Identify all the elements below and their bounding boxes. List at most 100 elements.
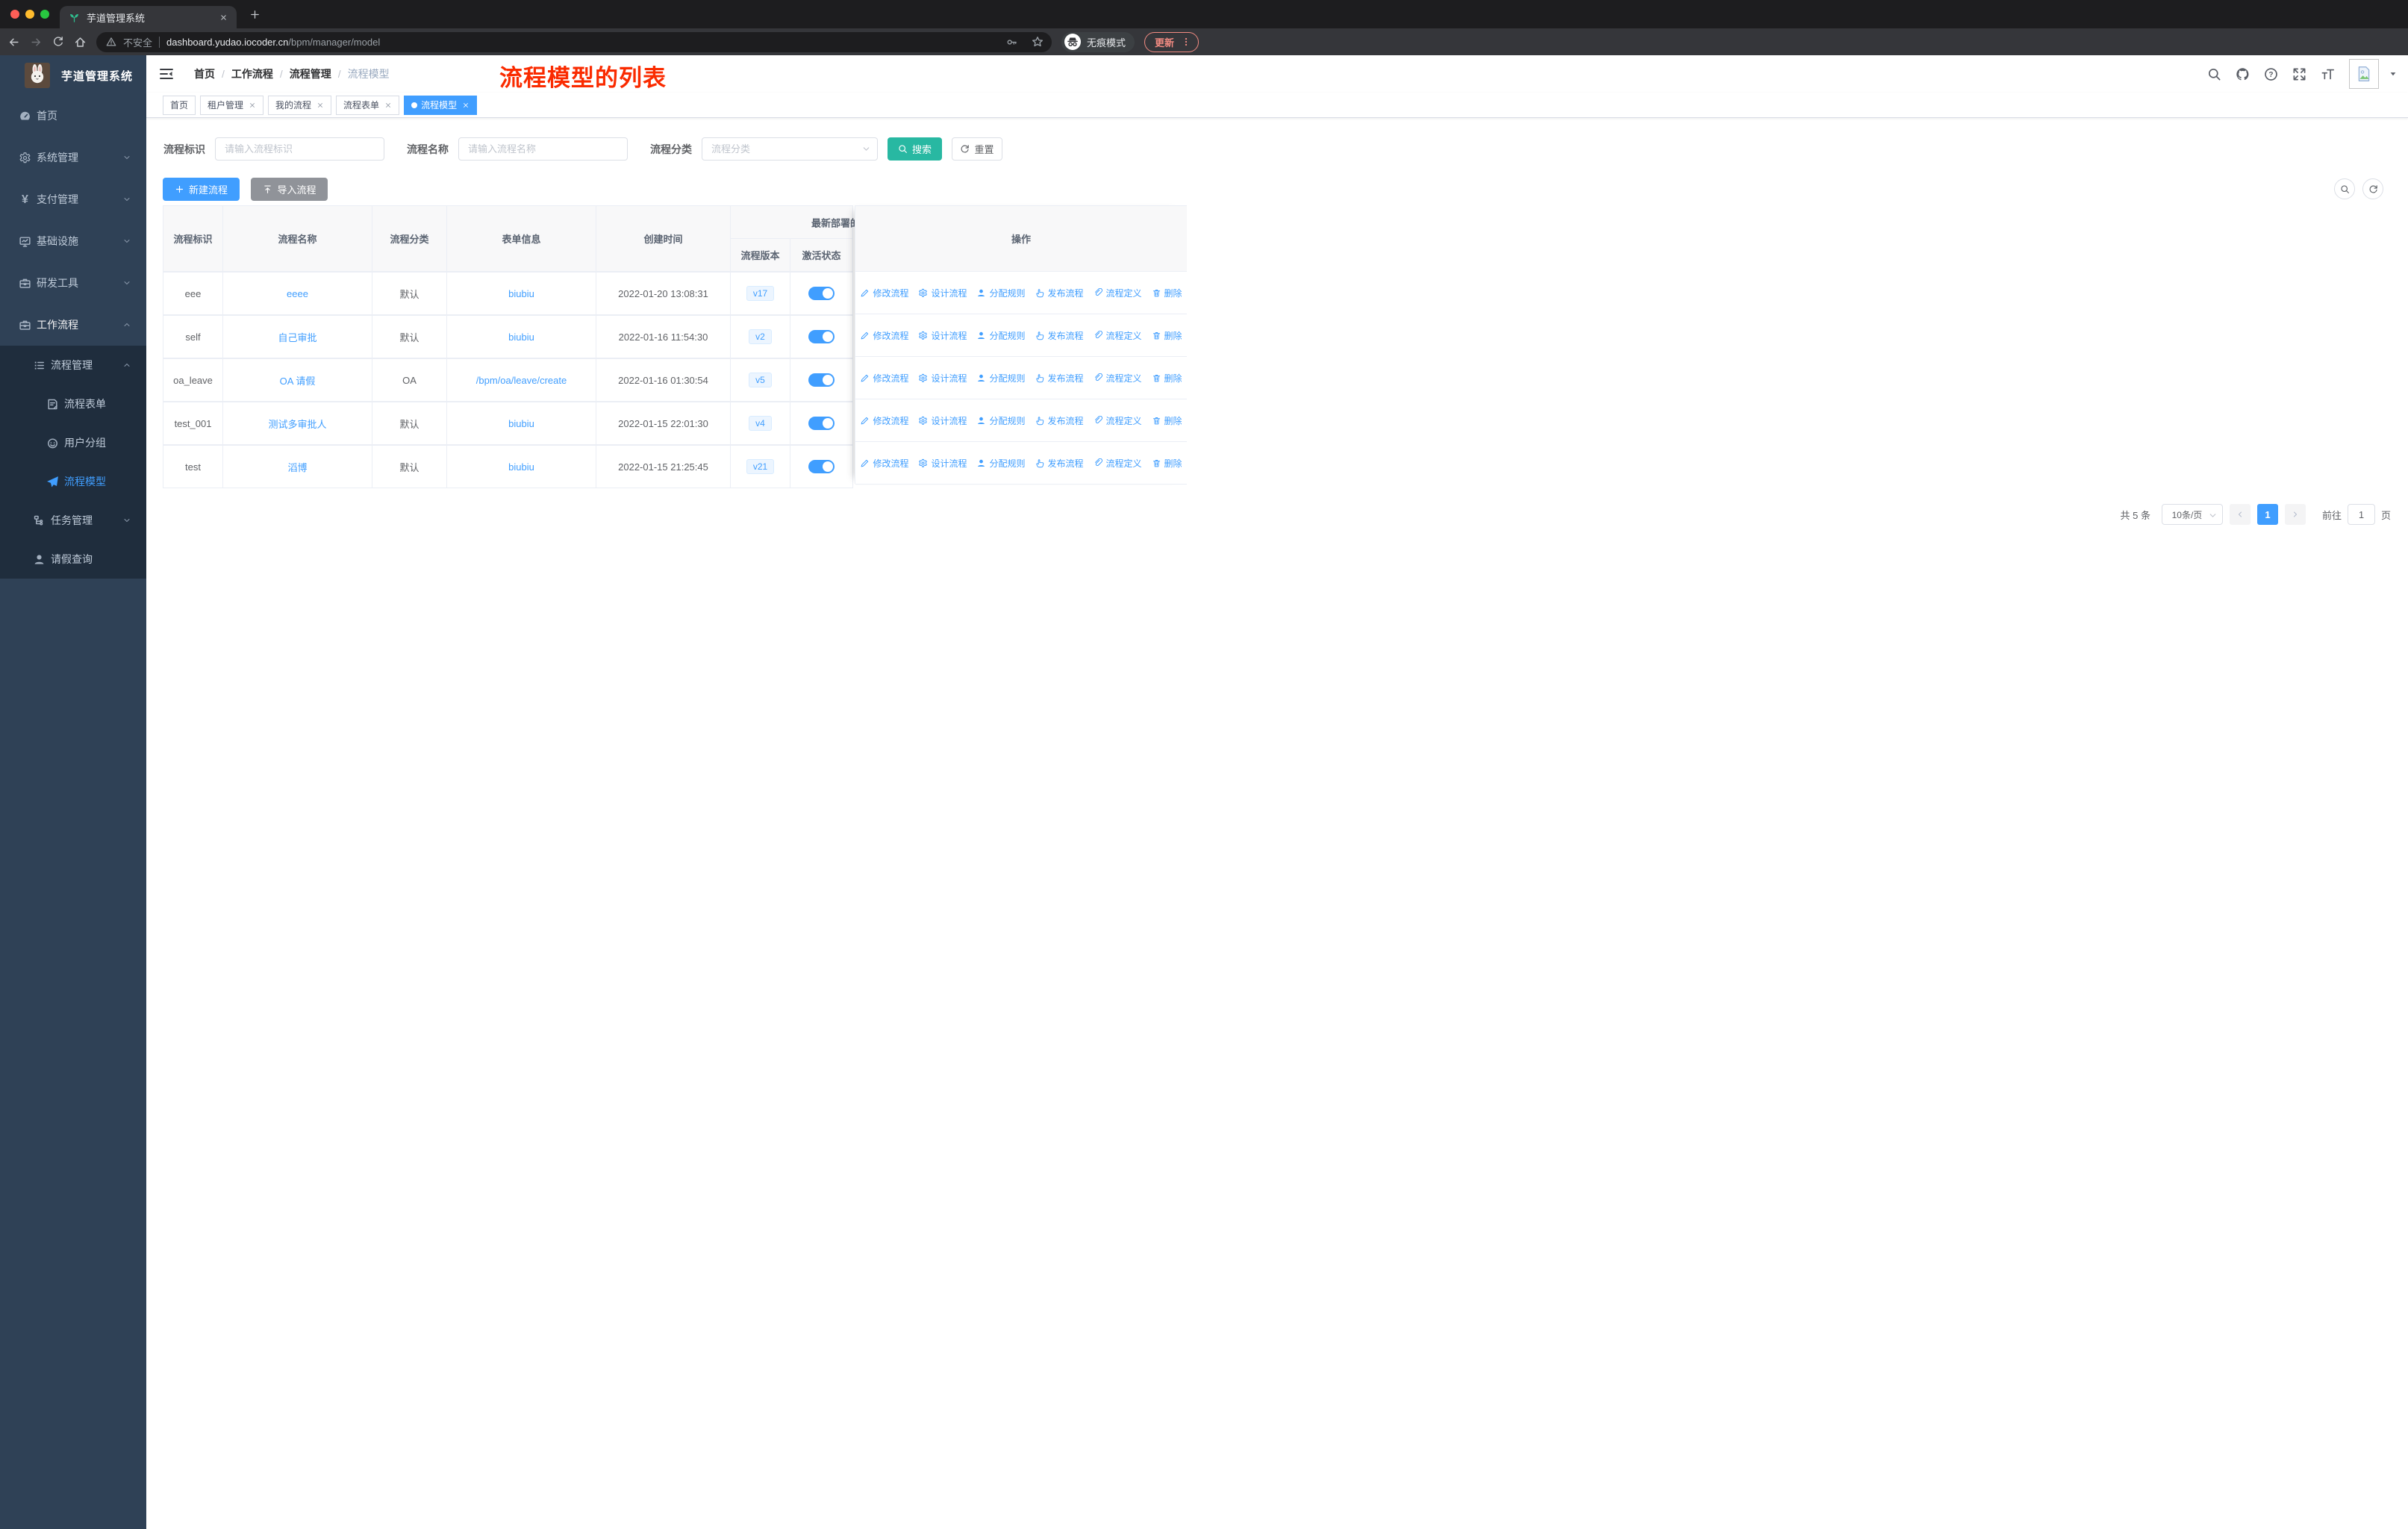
window-minimize-button[interactable]	[25, 10, 34, 19]
process-definition-link[interactable]: 流程定义	[1094, 414, 1142, 427]
breadcrumb-workflow[interactable]: 工作流程	[231, 66, 273, 81]
form-info-link[interactable]: biubiu	[508, 418, 534, 429]
modify-process-link[interactable]: 修改流程	[860, 372, 908, 384]
prev-page-button[interactable]	[2229, 504, 2251, 525]
window-close-button[interactable]	[10, 10, 19, 19]
assign-rule-link[interactable]: 分配规则	[976, 372, 1026, 384]
delete-link[interactable]: 删除	[1152, 329, 1182, 342]
sidebar-item-user-group[interactable]: 用户分组	[0, 423, 146, 462]
publish-process-link[interactable]: 发布流程	[1035, 329, 1084, 342]
modify-process-link[interactable]: 修改流程	[860, 287, 908, 299]
tag-process-model[interactable]: 流程模型	[404, 95, 478, 115]
help-icon[interactable]	[2264, 67, 2278, 81]
tab-close-icon[interactable]	[219, 13, 228, 22]
fullscreen-icon[interactable]	[2292, 67, 2306, 81]
sidebar-item-devtools[interactable]: 研发工具	[0, 262, 146, 304]
font-size-icon[interactable]	[2321, 67, 2335, 81]
sidebar-item-infra[interactable]: 基础设施	[0, 220, 146, 262]
tag-home[interactable]: 首页	[163, 95, 196, 115]
assign-rule-link[interactable]: 分配规则	[976, 287, 1026, 299]
github-icon[interactable]	[2236, 67, 2250, 81]
sidebar-item-payment[interactable]: ¥ 支付管理	[0, 178, 146, 220]
process-definition-link[interactable]: 流程定义	[1094, 329, 1142, 342]
form-info-link[interactable]: biubiu	[508, 288, 534, 299]
bookmark-star-icon[interactable]	[1032, 36, 1044, 48]
sidebar-item-home[interactable]: 首页	[0, 95, 146, 137]
sidebar-item-task-mgmt[interactable]: 任务管理	[0, 501, 146, 540]
avatar-caret-down-icon[interactable]	[2389, 69, 2398, 78]
new-tab-button[interactable]	[247, 7, 262, 22]
active-toggle[interactable]	[808, 460, 835, 473]
publish-process-link[interactable]: 发布流程	[1035, 287, 1084, 299]
process-category-select[interactable]	[702, 137, 878, 161]
tag-tenant[interactable]: 租户管理	[200, 95, 264, 115]
search-icon[interactable]	[2207, 67, 2221, 81]
goto-page-input[interactable]	[2347, 504, 2375, 525]
process-definition-link[interactable]: 流程定义	[1094, 457, 1142, 470]
modify-process-link[interactable]: 修改流程	[860, 414, 908, 427]
form-info-link[interactable]: biubiu	[508, 461, 534, 473]
assign-rule-link[interactable]: 分配规则	[976, 329, 1026, 342]
search-button[interactable]: 搜索	[888, 137, 942, 161]
close-icon[interactable]	[462, 102, 470, 109]
delete-link[interactable]: 删除	[1152, 287, 1182, 299]
publish-process-link[interactable]: 发布流程	[1035, 372, 1084, 384]
browser-menu-dots-icon[interactable]	[1181, 37, 1191, 47]
delete-link[interactable]: 删除	[1152, 372, 1182, 384]
process-definition-link[interactable]: 流程定义	[1094, 372, 1142, 384]
delete-link[interactable]: 删除	[1152, 414, 1182, 427]
import-process-button[interactable]: 导入流程	[251, 178, 328, 201]
key-icon[interactable]	[1006, 37, 1017, 48]
sidebar-fold-icon[interactable]	[159, 66, 174, 81]
address-bar[interactable]: 不安全 dashboard.yudao.iocoder.cn/bpm/manag…	[96, 31, 1052, 52]
sidebar-item-process-model[interactable]: 流程模型	[0, 462, 146, 501]
refresh-table-button[interactable]	[2362, 178, 2383, 199]
active-toggle[interactable]	[808, 330, 835, 343]
assign-rule-link[interactable]: 分配规则	[976, 457, 1026, 470]
browser-tab[interactable]: 芋道管理系统	[60, 6, 237, 28]
browser-update-button[interactable]: 更新	[1144, 31, 1200, 52]
sidebar-item-system[interactable]: 系统管理	[0, 137, 146, 178]
breadcrumb-process-mgmt[interactable]: 流程管理	[290, 66, 331, 81]
reload-icon[interactable]	[52, 36, 64, 48]
publish-process-link[interactable]: 发布流程	[1035, 457, 1084, 470]
publish-process-link[interactable]: 发布流程	[1035, 414, 1084, 427]
process-name-link[interactable]: OA 请假	[280, 373, 316, 387]
tag-process-form[interactable]: 流程表单	[336, 95, 400, 115]
design-process-link[interactable]: 设计流程	[918, 414, 967, 427]
form-info-link[interactable]: /bpm/oa/leave/create	[476, 375, 567, 386]
sidebar-logo[interactable]: 芋道管理系统	[0, 55, 146, 88]
close-icon[interactable]	[384, 102, 392, 109]
delete-link[interactable]: 删除	[1152, 457, 1182, 470]
process-definition-link[interactable]: 流程定义	[1094, 287, 1142, 299]
create-process-button[interactable]: 新建流程	[163, 178, 240, 201]
process-name-link[interactable]: 自己审批	[278, 330, 316, 344]
page-size-select[interactable]: 10条/页	[2161, 504, 2223, 525]
modify-process-link[interactable]: 修改流程	[860, 329, 908, 342]
home-icon[interactable]	[74, 36, 87, 49]
process-id-input[interactable]	[215, 137, 384, 161]
form-info-link[interactable]: biubiu	[508, 331, 534, 343]
window-zoom-button[interactable]	[40, 10, 49, 19]
sidebar-item-workflow[interactable]: 工作流程	[0, 304, 146, 346]
sidebar-item-process-mgmt[interactable]: 流程管理	[0, 346, 146, 384]
user-avatar[interactable]	[2349, 59, 2379, 89]
active-toggle[interactable]	[808, 373, 835, 387]
breadcrumb-home[interactable]: 首页	[194, 66, 215, 81]
process-name-link[interactable]: eeee	[287, 288, 308, 299]
design-process-link[interactable]: 设计流程	[918, 372, 967, 384]
current-page-button[interactable]: 1	[2256, 504, 2278, 525]
design-process-link[interactable]: 设计流程	[918, 329, 967, 342]
sidebar-item-leave-query[interactable]: 请假查询	[0, 540, 146, 579]
design-process-link[interactable]: 设计流程	[918, 287, 967, 299]
assign-rule-link[interactable]: 分配规则	[976, 414, 1026, 427]
next-page-button[interactable]	[2284, 504, 2306, 525]
sidebar-item-process-form[interactable]: 流程表单	[0, 384, 146, 423]
active-toggle[interactable]	[808, 417, 835, 430]
forward-icon[interactable]	[30, 36, 43, 49]
active-toggle[interactable]	[808, 287, 835, 300]
back-icon[interactable]	[7, 36, 20, 49]
process-name-link[interactable]: 滔博	[287, 460, 307, 474]
process-name-link[interactable]: 测试多审批人	[268, 417, 326, 431]
modify-process-link[interactable]: 修改流程	[860, 457, 908, 470]
